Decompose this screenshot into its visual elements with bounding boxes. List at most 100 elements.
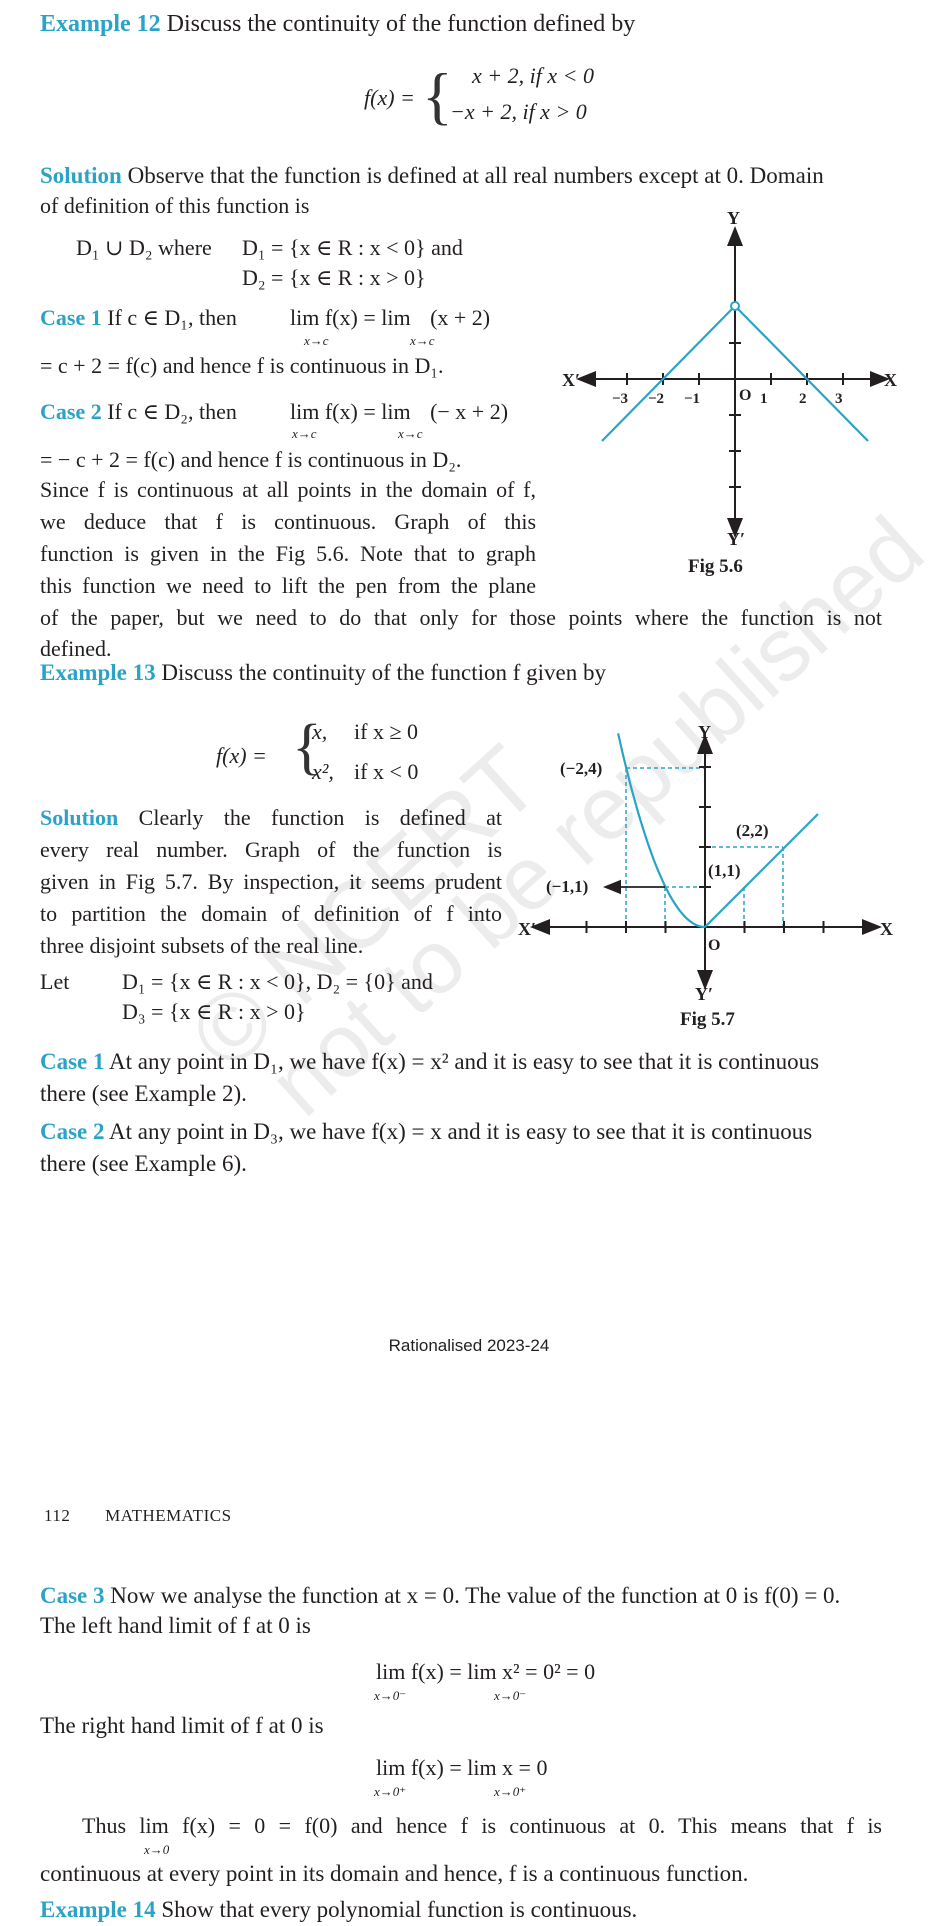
example12-heading: Example 12 Discuss the continuity of the… (40, 8, 635, 40)
example14-label: Example 14 (40, 1897, 156, 1922)
example13-solution: Solution Clearly the function is defined… (40, 802, 502, 962)
case2-13-text2: there (see Example 6). (40, 1151, 247, 1176)
domain-d2: D₂ = {x ∈ R : x > 0} (242, 265, 426, 290)
example14-heading: Example 14 Show that every polynomial fu… (40, 1894, 637, 1926)
left-limit-sub1: x→0⁻ (374, 1688, 407, 1703)
example13-case2: Case 2 At any point in D₃, we have f(x) … (40, 1116, 812, 1148)
example12-case-bottom: −x + 2, if x > 0 (450, 99, 587, 124)
let-line2: D₃ = {x ∈ R : x > 0} (122, 999, 306, 1024)
fig57-y-label: Y (698, 722, 711, 742)
case1-limit-expr: lim f(x) = lim (290, 305, 411, 330)
fig57-point-label: (−2,4) (560, 759, 602, 778)
solution-line1: Observe that the function is defined at … (127, 163, 824, 188)
fig56-xtick-label: 1 (760, 391, 768, 407)
left-limit-sub2: x→0⁻ (494, 1688, 527, 1703)
example14-prompt: Show that every polynomial function is c… (161, 1897, 638, 1922)
brace-icon: { (422, 60, 453, 131)
left-limit: lim f(x) = lim x² = 0² = 0 (376, 1659, 596, 1684)
fig56-y-label: Y (727, 208, 740, 228)
example12-case2: Case 2 If c ∈ D₂, then (40, 396, 237, 428)
example12-label: Example 12 (40, 11, 161, 37)
fig56-left-branch (601, 308, 733, 442)
fig56-caption: Fig 5.6 (688, 556, 743, 577)
let-line1: D₁ = {x ∈ R : x < 0}, D₂ = {0} and (122, 969, 433, 994)
case1-13-text: At any point in D₁, we have f(x) = x² an… (109, 1049, 820, 1074)
example13-case-bottom-val: x², (312, 759, 334, 784)
fig56-y-neg-label: Y′ (727, 529, 745, 549)
example13-case-top-cond: if x ≥ 0 (354, 719, 419, 744)
case3-right-intro: The right hand limit of f at 0 is (40, 1713, 324, 1738)
case2-lim-sub-1: x→c (292, 426, 317, 441)
fig56-xtick-label: −2 (648, 391, 664, 407)
fig57-caption: Fig 5.7 (680, 1009, 735, 1030)
solution13-line-5: three disjoint subsets of the real line. (40, 933, 364, 958)
rationalised-footer: Rationalised 2023-24 (388, 1336, 550, 1355)
para-full-line: of the paper, but we need to do that onl… (40, 605, 882, 630)
fig56-origin-label: O (739, 387, 751, 404)
case2-lim-sub-2: x→c (398, 426, 423, 441)
case3-label: Case 3 (40, 1583, 105, 1608)
solution13-line-4: to partition the domain of definition of… (40, 901, 502, 926)
book-title: MATHEMATICS (105, 1506, 232, 1525)
let-label: Let (40, 969, 70, 994)
para-line-1: Since f is continuous at all points in t… (40, 477, 536, 502)
fig56-graph: Y Y′ X X′ O −3 −2 −1 1 2 3 Fig 5.6 (562, 208, 897, 577)
example13-piecewise: f(x) = { x, if x ≥ 0 x², if x < 0 (216, 712, 456, 792)
fig57-x-neg-label: X′ (518, 919, 536, 939)
fig56-xtick-label: 3 (835, 391, 843, 407)
case2-conclusion: = − c + 2 = f(c) and hence f is continuo… (40, 447, 462, 472)
page-number: 112 (44, 1506, 71, 1525)
fig56-right-branch (737, 308, 869, 442)
case2-13-label: Case 2 (40, 1119, 105, 1144)
thus-line: Thus lim f(x) = 0 = f(0) and hence f is … (82, 1813, 882, 1838)
example13-fx: f(x) = (216, 743, 267, 768)
running-header: 112 MATHEMATICS (44, 1506, 232, 1526)
case1-conclusion: = c + 2 = f(c) and hence f is continuous… (40, 353, 444, 378)
case1-13-text2: there (see Example 2). (40, 1081, 247, 1106)
final-line: continuous at every point in its domain … (40, 1861, 749, 1886)
solution-label: Solution (40, 163, 122, 188)
para-line-3: function is given in the Fig 5.6. Note t… (40, 541, 536, 566)
fig56-xtick-label: −3 (612, 391, 628, 407)
solution13-line-3: given in Fig 5.7. By inspection, it seem… (40, 869, 502, 894)
case1-label: Case 1 (40, 305, 102, 330)
example13-heading: Example 13 Discuss the continuity of the… (40, 657, 606, 689)
case1-expr: (x + 2) (430, 305, 491, 330)
domain-union: D₁ ∪ D₂ where (76, 235, 212, 260)
solution13-line-1-text: Clearly the function is defined at (138, 805, 503, 830)
fig57-graph: Y Y′ X X′ O (−2,4) (−1,1) (1,1) (2,2) Fi… (518, 722, 893, 1030)
example13-case1: Case 1 At any point in D₁, we have f(x) … (40, 1046, 819, 1078)
case2-expr: (− x + 2) (430, 399, 509, 424)
right-limit-sub2: x→0⁺ (494, 1784, 527, 1799)
example13-label: Example 13 (40, 660, 156, 685)
fig57-point-label: (2,2) (736, 821, 769, 840)
case2-limit: lim f(x) = lim (− x + 2) (290, 396, 508, 428)
para-line-4: this function we need to lift the pen fr… (40, 573, 536, 598)
fig57-point-label: (1,1) (708, 861, 741, 880)
fig56-open-circle (730, 301, 740, 311)
case3-text: Now we analyse the function at x = 0. Th… (110, 1583, 841, 1608)
case1-lim-sub-1: x→c (304, 333, 329, 348)
example13-case3: Case 3 Now we analyse the function at x … (40, 1580, 840, 1612)
case1-text: If c ∈ D₁, then (107, 305, 237, 330)
fig56-xtick-label: 2 (799, 391, 807, 407)
case2-text: If c ∈ D₂, then (107, 399, 237, 424)
example12-prompt: Discuss the continuity of the function d… (166, 11, 636, 37)
domain-d1: D₁ = {x ∈ R : x < 0} and (242, 235, 463, 260)
solution-line2: of definition of this function is (40, 193, 310, 218)
case3-left-intro: The left hand limit of f at 0 is (40, 1613, 311, 1638)
thus-sub: x→0 (144, 1842, 170, 1857)
fig56-x-label: X (884, 370, 897, 390)
case1-13-label: Case 1 (40, 1049, 105, 1074)
fig57-x-label: X (880, 919, 893, 939)
fig56-x-neg-label: X′ (562, 370, 580, 390)
right-limit: lim f(x) = lim x = 0 (376, 1755, 548, 1780)
para-line-2: we deduce that f is continuous. Graph of… (40, 509, 536, 534)
case1-limit: lim f(x) = lim (x + 2) (290, 302, 490, 334)
case2-limit-expr: lim f(x) = lim (290, 399, 411, 424)
solution13-label: Solution (40, 805, 119, 830)
example12-fx: f(x) = (364, 85, 415, 110)
example13-case-top-val: x, (312, 719, 328, 744)
case2-13-text: At any point in D₃, we have f(x) = x and… (109, 1119, 813, 1144)
example12-case1: Case 1 If c ∈ D₁, then (40, 302, 237, 334)
